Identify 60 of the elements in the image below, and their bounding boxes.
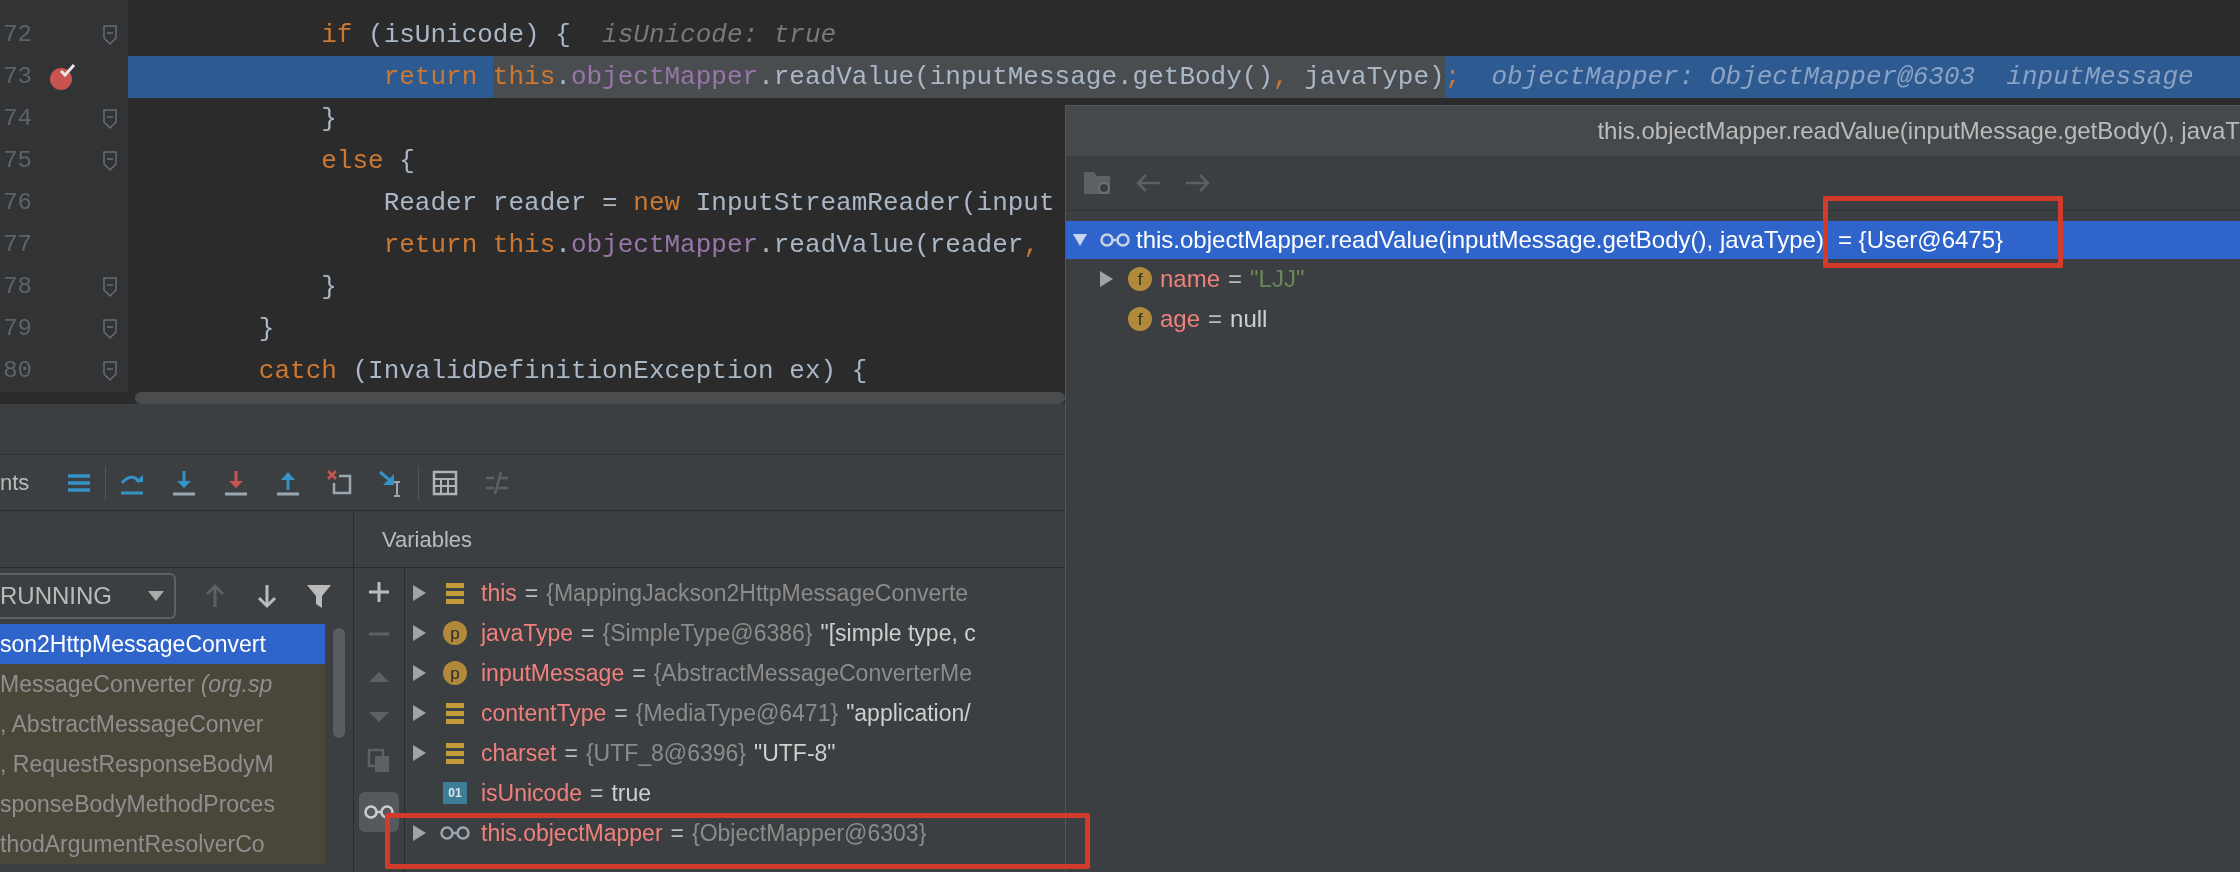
fold-marker-icon[interactable] — [102, 24, 118, 46]
tree-row[interactable]: f age = null — [1066, 299, 2240, 339]
fold-marker-icon[interactable] — [102, 276, 118, 298]
code-line: catch (InvalidDefinitionException ex) { — [257, 354, 868, 388]
panel-title: Variables — [382, 525, 473, 554]
caret-icon[interactable] — [411, 824, 427, 842]
breakpoint-icon[interactable] — [47, 62, 77, 92]
fold-marker-icon[interactable] — [102, 150, 118, 172]
tree-row[interactable]: f name = "LJJ" — [1066, 259, 2240, 299]
glasses-icon — [1100, 232, 1130, 248]
frame-item[interactable]: , AbstractMessageConver — [0, 704, 326, 744]
variable-row[interactable]: contentType = {MediaType@6471} "application/ — [405, 693, 2240, 733]
thread-dropdown[interactable]: RUNNING — [0, 573, 176, 619]
caret-icon[interactable] — [411, 624, 427, 642]
code-line: } — [320, 102, 337, 136]
code-line: return this.objectMapper.readValue(reader, — [382, 228, 1039, 262]
code-line: if (isUnicode) { isUnicode: true — [320, 18, 837, 52]
glasses-icon — [364, 804, 394, 820]
arrow-down-icon[interactable] — [256, 583, 278, 609]
frame-item[interactable]: son2HttpMessageConvert — [0, 624, 326, 664]
param-badge: p — [443, 661, 467, 685]
filter-icon[interactable] — [306, 583, 332, 609]
code-line: Reader reader = new InputStreamReader(input — [382, 186, 1055, 220]
fold-marker-icon[interactable] — [102, 360, 118, 382]
caret-icon[interactable] — [411, 704, 427, 722]
stack-icon — [444, 701, 466, 725]
add-icon[interactable] — [367, 580, 391, 604]
code-line: } — [257, 312, 275, 346]
frame-item[interactable]: , RequestResponseBodyM — [0, 744, 326, 784]
watches-toggle[interactable] — [359, 792, 399, 832]
frame-item[interactable]: thodArgumentResolverCo — [0, 824, 326, 864]
fold-marker-icon[interactable] — [102, 318, 118, 340]
fold-marker-icon[interactable] — [102, 108, 118, 130]
tree-row[interactable]: this.objectMapper.readValue(inputMessage.getBody(), javaType) = {User@6475} — [1066, 221, 2240, 259]
variable-row[interactable]: this.objectMapper = {ObjectMapper@6303} — [405, 813, 2240, 853]
param-badge: p — [443, 621, 467, 645]
caret-icon — [148, 591, 164, 601]
primitive-badge: 01 — [443, 782, 467, 804]
variable-row[interactable]: this = {MappingJackson2HttpMessageConverte — [405, 573, 2240, 613]
field-badge: f — [1128, 267, 1152, 291]
caret-icon[interactable] — [411, 584, 427, 602]
caret-icon[interactable] — [411, 664, 427, 682]
variable-row[interactable]: p javaType = {SimpleType@6386} "[simple type, c — [405, 613, 2240, 653]
code-line: else { — [320, 144, 415, 178]
stack-icon — [444, 581, 466, 605]
popup-title: this.objectMapper.readValue(inputMessage.getBody(), javaT — [1597, 116, 2240, 146]
scrollbar[interactable] — [135, 392, 1065, 404]
variable-row[interactable]: p inputMessage = {AbstractMessageConverterMe — [405, 653, 2240, 693]
stack-icon — [444, 741, 466, 765]
variable-row[interactable]: 01 isUnicode = true — [405, 773, 2240, 813]
variable-row[interactable]: charset = {UTF_8@6396} "UTF-8" — [405, 733, 2240, 773]
caret-icon[interactable] — [411, 744, 427, 762]
toolbar-label[interactable]: nts — [0, 466, 30, 499]
glasses-icon — [440, 825, 470, 841]
field-badge: f — [1128, 307, 1152, 331]
scrollbar[interactable] — [333, 628, 346, 738]
frame-item[interactable]: MessageConverter (org.sp — [0, 664, 326, 704]
code-line: } — [320, 270, 337, 304]
caret-icon[interactable] — [1098, 270, 1114, 288]
frame-item[interactable]: sponseBodyMethodProces — [0, 784, 326, 824]
